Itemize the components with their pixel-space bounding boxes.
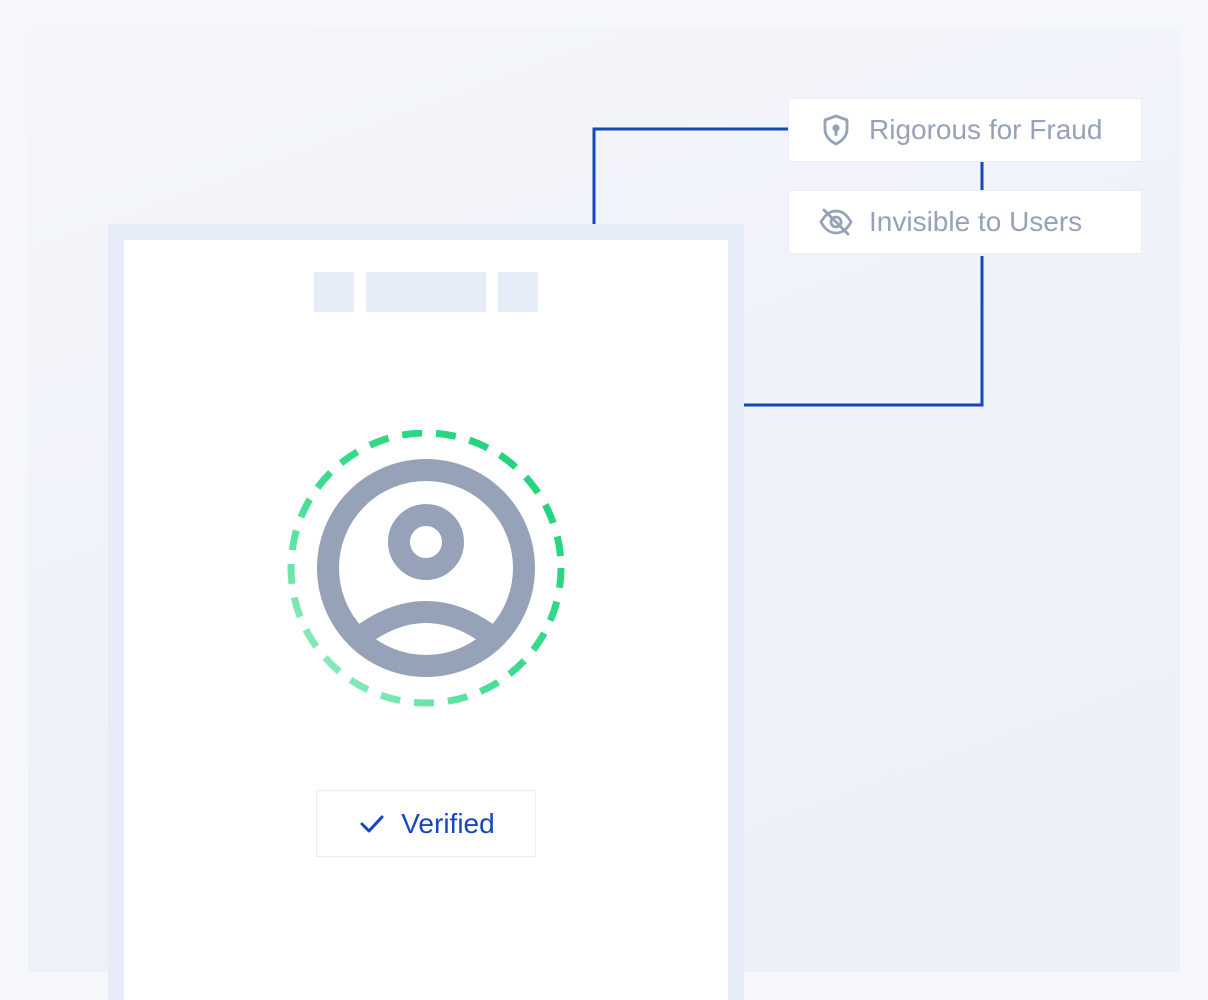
- check-icon: [357, 809, 387, 839]
- feature-tag-users: Invisible to Users: [788, 190, 1142, 254]
- user-circle-icon: [287, 429, 565, 707]
- feature-label: Rigorous for Fraud: [869, 114, 1103, 145]
- verified-badge: Verified: [316, 790, 536, 857]
- avatar: [286, 429, 566, 710]
- placeholder-block: [314, 272, 354, 312]
- avatar-head: [388, 504, 464, 580]
- connector-line-users: [744, 256, 984, 407]
- connector-line-fraud: [592, 127, 788, 224]
- feature-tag-fraud: Rigorous for Fraud: [788, 98, 1142, 162]
- shield-lock-icon: [819, 113, 853, 147]
- verified-label: Verified: [401, 807, 495, 839]
- feature-label: Invisible to Users: [869, 206, 1083, 237]
- eye-off-icon: [819, 205, 853, 239]
- placeholder-block: [498, 272, 538, 312]
- avatar-shoulders: [357, 601, 495, 644]
- placeholder-block: [366, 272, 486, 312]
